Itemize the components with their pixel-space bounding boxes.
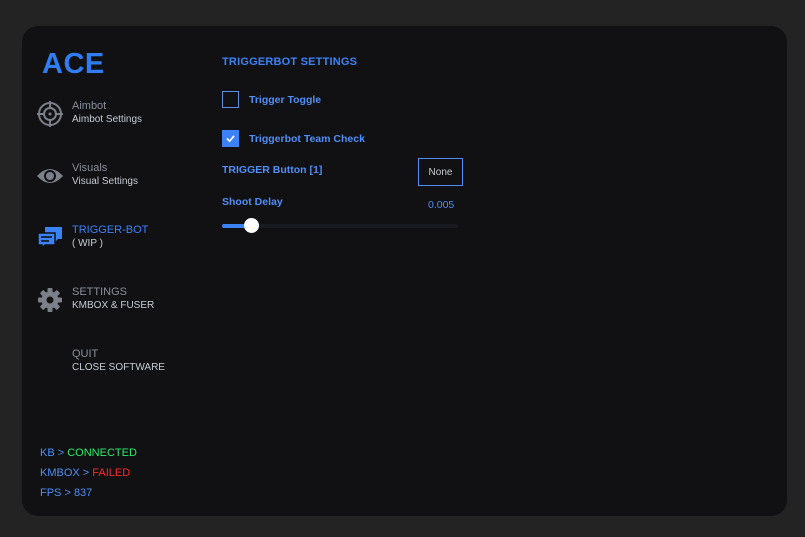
- sidebar-item-quit[interactable]: QUIT CLOSE SOFTWARE: [36, 346, 196, 380]
- app-window: ACE Aimbot Aimbot Settings Visuals Visua…: [22, 26, 787, 516]
- checkmark-icon: [226, 135, 235, 143]
- status-kb: KB > CONNECTED: [40, 447, 137, 459]
- status-fps-label: FPS >: [40, 487, 74, 499]
- sidebar-item-settings[interactable]: SETTINGS KMBOX & FUSER: [36, 284, 196, 318]
- checkbox-box[interactable]: [222, 130, 239, 147]
- status-kb-label: KB >: [40, 447, 68, 459]
- sidebar-item-title: Visuals: [72, 162, 108, 174]
- sidebar-item-subtitle: CLOSE SOFTWARE: [72, 362, 165, 373]
- trigger-toggle-checkbox[interactable]: Trigger Toggle: [222, 91, 352, 111]
- sidebar-item-triggerbot[interactable]: TRIGGER-BOT ( WIP ): [36, 222, 196, 256]
- team-check-checkbox[interactable]: Triggerbot Team Check: [222, 130, 392, 150]
- status-kb-value: CONNECTED: [67, 447, 137, 459]
- checkbox-label: Trigger Toggle: [249, 94, 322, 106]
- shoot-delay-label: Shoot Delay: [222, 196, 283, 208]
- status-fps-value: 837: [73, 487, 93, 499]
- status-kmbox: KMBOX > FAILED: [40, 467, 130, 479]
- slider-fill: [222, 224, 246, 228]
- section-title: TRIGGERBOT SETTINGS: [222, 56, 358, 68]
- trigger-key-button[interactable]: None: [418, 158, 463, 186]
- checkbox-label: Triggerbot Team Check: [249, 133, 365, 145]
- gear-icon: [36, 286, 64, 314]
- shoot-delay-value: 0.005: [428, 199, 455, 211]
- trigger-button-label: TRIGGER Button [1]: [222, 164, 323, 176]
- sidebar-item-title: TRIGGER-BOT: [72, 224, 149, 236]
- sidebar-item-visuals[interactable]: Visuals Visual Settings: [36, 160, 196, 194]
- sidebar-item-title: QUIT: [72, 348, 99, 360]
- sidebar-item-subtitle: Aimbot Settings: [72, 114, 143, 125]
- sidebar-item-aimbot[interactable]: Aimbot Aimbot Settings: [36, 98, 196, 132]
- slider-thumb[interactable]: [243, 218, 259, 233]
- sidebar-item-subtitle: KMBOX & FUSER: [72, 300, 155, 311]
- sidebar-item-subtitle: ( WIP ): [72, 238, 103, 249]
- chat-bubbles-icon: [36, 224, 64, 252]
- status-fps: FPS > 837: [40, 487, 92, 499]
- eye-icon: [36, 162, 64, 190]
- sidebar-item-title: Aimbot: [72, 100, 107, 112]
- app-logo: ACE: [42, 48, 105, 80]
- crosshair-icon: [36, 100, 64, 128]
- status-kmbox-label: KMBOX >: [40, 467, 93, 479]
- checkbox-box[interactable]: [222, 91, 239, 108]
- sidebar-item-subtitle: Visual Settings: [72, 176, 138, 187]
- sidebar-item-title: SETTINGS: [72, 286, 128, 298]
- shoot-delay-slider[interactable]: [222, 218, 458, 233]
- status-kmbox-value: FAILED: [92, 467, 131, 479]
